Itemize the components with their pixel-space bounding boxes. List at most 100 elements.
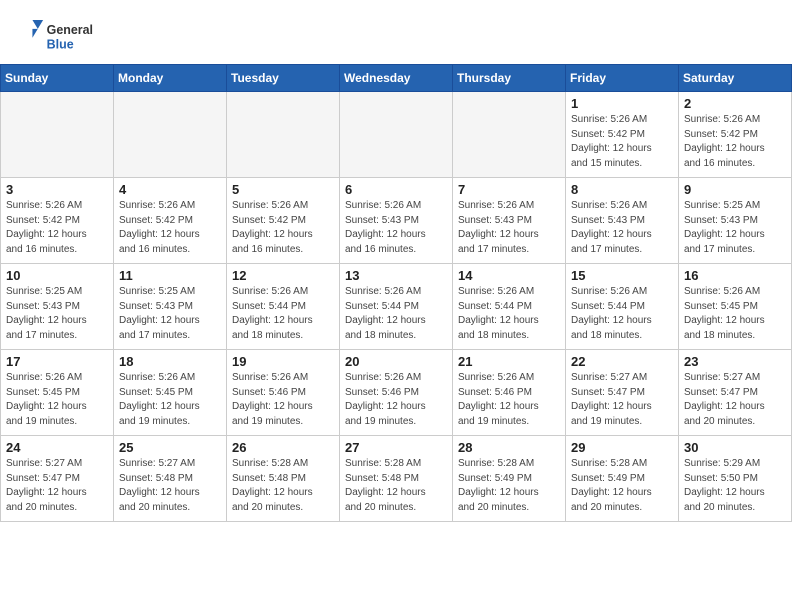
- empty-cell: [114, 92, 227, 178]
- day-info: Sunrise: 5:26 AM Sunset: 5:42 PM Dayligh…: [6, 199, 108, 257]
- day-number: 30: [684, 440, 786, 455]
- day-number: 21: [458, 354, 560, 369]
- svg-text:General: General: [47, 23, 93, 37]
- day-cell-4: 4 Sunrise: 5:26 AM Sunset: 5:42 PM Daylig…: [114, 178, 227, 264]
- day-info: Sunrise: 5:27 AM Sunset: 5:48 PM Dayligh…: [119, 457, 221, 515]
- day-info: Sunrise: 5:25 AM Sunset: 5:43 PM Dayligh…: [119, 285, 221, 343]
- calendar-header-row: SundayMondayTuesdayWednesdayThursdayFrid…: [1, 65, 792, 92]
- day-number: 10: [6, 268, 108, 283]
- day-number: 4: [119, 182, 221, 197]
- empty-cell: [453, 92, 566, 178]
- day-cell-1: 1 Sunrise: 5:26 AM Sunset: 5:42 PM Daylig…: [566, 92, 679, 178]
- day-cell-16: 16Sunrise: 5:26 AM Sunset: 5:45 PM Dayli…: [679, 264, 792, 350]
- day-number: 3: [6, 182, 108, 197]
- col-header-monday: Monday: [114, 65, 227, 92]
- day-info: Sunrise: 5:26 AM Sunset: 5:44 PM Dayligh…: [345, 285, 447, 343]
- day-number: 8: [571, 182, 673, 197]
- day-info: Sunrise: 5:26 AM Sunset: 5:44 PM Dayligh…: [571, 285, 673, 343]
- col-header-saturday: Saturday: [679, 65, 792, 92]
- day-info: Sunrise: 5:29 AM Sunset: 5:50 PM Dayligh…: [684, 457, 786, 515]
- day-info: Sunrise: 5:26 AM Sunset: 5:42 PM Dayligh…: [684, 113, 786, 171]
- day-info: Sunrise: 5:26 AM Sunset: 5:46 PM Dayligh…: [458, 371, 560, 429]
- day-number: 26: [232, 440, 334, 455]
- day-info: Sunrise: 5:26 AM Sunset: 5:44 PM Dayligh…: [232, 285, 334, 343]
- day-cell-7: 7 Sunrise: 5:26 AM Sunset: 5:43 PM Daylig…: [453, 178, 566, 264]
- day-number: 19: [232, 354, 334, 369]
- day-info: Sunrise: 5:27 AM Sunset: 5:47 PM Dayligh…: [6, 457, 108, 515]
- logo-svg: General Blue: [20, 18, 100, 54]
- day-cell-3: 3 Sunrise: 5:26 AM Sunset: 5:42 PM Daylig…: [1, 178, 114, 264]
- day-info: Sunrise: 5:26 AM Sunset: 5:46 PM Dayligh…: [232, 371, 334, 429]
- page-header: General Blue: [0, 0, 792, 64]
- day-cell-28: 28 Sunrise: 5:28 AM Sunset: 5:49 PM Dayli…: [453, 436, 566, 522]
- day-number: 14: [458, 268, 560, 283]
- calendar-week-row: 3 Sunrise: 5:26 AM Sunset: 5:42 PM Daylig…: [1, 178, 792, 264]
- day-number: 1: [571, 96, 673, 111]
- calendar-week-row: 17 Sunrise: 5:26 AM Sunset: 5:45 PM Dayli…: [1, 350, 792, 436]
- day-info: Sunrise: 5:28 AM Sunset: 5:48 PM Dayligh…: [345, 457, 447, 515]
- day-cell-19: 19 Sunrise: 5:26 AM Sunset: 5:46 PM Dayli…: [227, 350, 340, 436]
- day-info: Sunrise: 5:28 AM Sunset: 5:49 PM Dayligh…: [571, 457, 673, 515]
- day-cell-25: 25 Sunrise: 5:27 AM Sunset: 5:48 PM Dayli…: [114, 436, 227, 522]
- day-cell-5: 5 Sunrise: 5:26 AM Sunset: 5:42 PM Daylig…: [227, 178, 340, 264]
- day-cell-20: 20Sunrise: 5:26 AM Sunset: 5:46 PM Dayli…: [340, 350, 453, 436]
- day-number: 24: [6, 440, 108, 455]
- day-cell-29: 29 Sunrise: 5:28 AM Sunset: 5:49 PM Dayli…: [566, 436, 679, 522]
- day-cell-17: 17Sunrise: 5:26 AM Sunset: 5:45 PM Dayli…: [1, 350, 114, 436]
- day-number: 13: [345, 268, 447, 283]
- day-number: 17: [6, 354, 108, 369]
- calendar-week-row: 24 Sunrise: 5:27 AM Sunset: 5:47 PM Dayli…: [1, 436, 792, 522]
- day-info: Sunrise: 5:28 AM Sunset: 5:49 PM Dayligh…: [458, 457, 560, 515]
- col-header-tuesday: Tuesday: [227, 65, 340, 92]
- day-info: Sunrise: 5:28 AM Sunset: 5:48 PM Dayligh…: [232, 457, 334, 515]
- empty-cell: [227, 92, 340, 178]
- day-number: 5: [232, 182, 334, 197]
- day-info: Sunrise: 5:26 AM Sunset: 5:45 PM Dayligh…: [119, 371, 221, 429]
- day-number: 23: [684, 354, 786, 369]
- empty-cell: [1, 92, 114, 178]
- day-info: Sunrise: 5:26 AM Sunset: 5:42 PM Dayligh…: [232, 199, 334, 257]
- day-number: 27: [345, 440, 447, 455]
- day-number: 25: [119, 440, 221, 455]
- day-cell-23: 23 Sunrise: 5:27 AM Sunset: 5:47 PM Dayli…: [679, 350, 792, 436]
- day-cell-8: 8 Sunrise: 5:26 AM Sunset: 5:43 PM Daylig…: [566, 178, 679, 264]
- empty-cell: [340, 92, 453, 178]
- day-number: 7: [458, 182, 560, 197]
- day-info: Sunrise: 5:27 AM Sunset: 5:47 PM Dayligh…: [684, 371, 786, 429]
- day-cell-13: 13 Sunrise: 5:26 AM Sunset: 5:44 PM Dayli…: [340, 264, 453, 350]
- day-cell-30: 30 Sunrise: 5:29 AM Sunset: 5:50 PM Dayli…: [679, 436, 792, 522]
- logo: General Blue: [20, 18, 100, 54]
- day-info: Sunrise: 5:26 AM Sunset: 5:43 PM Dayligh…: [458, 199, 560, 257]
- day-number: 18: [119, 354, 221, 369]
- day-info: Sunrise: 5:26 AM Sunset: 5:46 PM Dayligh…: [345, 371, 447, 429]
- calendar-week-row: 1 Sunrise: 5:26 AM Sunset: 5:42 PM Daylig…: [1, 92, 792, 178]
- day-number: 29: [571, 440, 673, 455]
- day-number: 11: [119, 268, 221, 283]
- day-cell-6: 6 Sunrise: 5:26 AM Sunset: 5:43 PM Daylig…: [340, 178, 453, 264]
- day-number: 15: [571, 268, 673, 283]
- day-cell-24: 24 Sunrise: 5:27 AM Sunset: 5:47 PM Dayli…: [1, 436, 114, 522]
- day-number: 9: [684, 182, 786, 197]
- day-cell-27: 27 Sunrise: 5:28 AM Sunset: 5:48 PM Dayli…: [340, 436, 453, 522]
- day-cell-11: 11 Sunrise: 5:25 AM Sunset: 5:43 PM Dayli…: [114, 264, 227, 350]
- day-info: Sunrise: 5:26 AM Sunset: 5:44 PM Dayligh…: [458, 285, 560, 343]
- day-info: Sunrise: 5:26 AM Sunset: 5:42 PM Dayligh…: [119, 199, 221, 257]
- day-cell-22: 22Sunrise: 5:27 AM Sunset: 5:47 PM Dayli…: [566, 350, 679, 436]
- col-header-thursday: Thursday: [453, 65, 566, 92]
- calendar-table: SundayMondayTuesdayWednesdayThursdayFrid…: [0, 64, 792, 522]
- day-info: Sunrise: 5:26 AM Sunset: 5:45 PM Dayligh…: [684, 285, 786, 343]
- day-number: 22: [571, 354, 673, 369]
- day-cell-12: 12 Sunrise: 5:26 AM Sunset: 5:44 PM Dayli…: [227, 264, 340, 350]
- day-number: 28: [458, 440, 560, 455]
- day-number: 2: [684, 96, 786, 111]
- day-number: 6: [345, 182, 447, 197]
- day-info: Sunrise: 5:26 AM Sunset: 5:42 PM Dayligh…: [571, 113, 673, 171]
- day-info: Sunrise: 5:26 AM Sunset: 5:43 PM Dayligh…: [345, 199, 447, 257]
- day-cell-26: 26 Sunrise: 5:28 AM Sunset: 5:48 PM Dayli…: [227, 436, 340, 522]
- day-cell-14: 14 Sunrise: 5:26 AM Sunset: 5:44 PM Dayli…: [453, 264, 566, 350]
- day-info: Sunrise: 5:26 AM Sunset: 5:43 PM Dayligh…: [571, 199, 673, 257]
- day-cell-10: 10Sunrise: 5:25 AM Sunset: 5:43 PM Dayli…: [1, 264, 114, 350]
- col-header-friday: Friday: [566, 65, 679, 92]
- col-header-sunday: Sunday: [1, 65, 114, 92]
- day-number: 12: [232, 268, 334, 283]
